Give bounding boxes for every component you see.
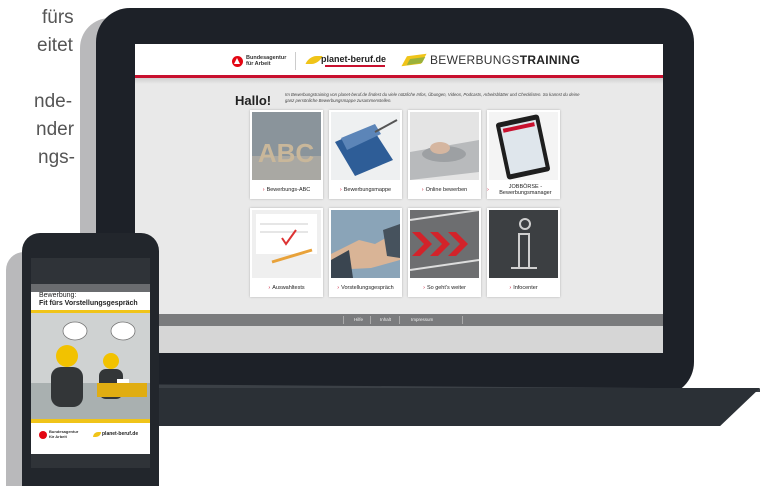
handshake-image: [331, 210, 400, 278]
header-divider: [295, 52, 296, 70]
laptop-base: [96, 388, 760, 426]
tile-label-text: Infocenter: [513, 284, 538, 291]
tile-jobboerse[interactable]: › JOBBÖRSE - Bewerbungsmanager: [487, 110, 560, 199]
site-header: Bundesagentur für Arbeit planet-beruf.de…: [135, 44, 663, 76]
tile-online-bewerben[interactable]: › Online bewerben: [408, 110, 481, 199]
brand-title-light: BEWERBUNGS: [430, 53, 520, 67]
arrow-icon: ›: [423, 284, 425, 291]
tile-label: › Vorstellungsgespräch: [329, 279, 402, 297]
svg-text:ABC: ABC: [258, 138, 315, 168]
tile-label: › So geht's weiter: [408, 279, 481, 297]
tile-label-text: Auswahltests: [272, 284, 305, 291]
header-shadow: [135, 78, 663, 84]
phone-agency-logo-icon: [39, 431, 47, 439]
footer-divider: [399, 316, 400, 324]
tile-auswahltests[interactable]: › Auswahltests: [250, 208, 323, 297]
partner-logo-icon[interactable]: [305, 56, 323, 64]
phone-title-line1: Bewerbung:: [39, 292, 77, 299]
background-copy-line: nder: [36, 119, 75, 140]
phone-agency-logo-text: Bundesagentur für Arbeit: [49, 429, 79, 439]
tile-label: › Bewerbungsmappe: [329, 181, 402, 199]
tile-label-text: JOBBÖRSE - Bewerbungsmanager: [499, 183, 552, 197]
footer-link-hilfe[interactable]: Hilfe: [354, 317, 363, 322]
brand-title[interactable]: BEWERBUNGSTRAINING: [430, 53, 580, 67]
tablet-image: [489, 112, 558, 180]
arrow-icon: ›: [268, 284, 271, 291]
abc-letters-image: ABC: [252, 112, 321, 180]
phone-partner-logo-icon: [93, 432, 101, 437]
info-chalk-image: [489, 210, 558, 278]
interview-illustration: [31, 313, 150, 419]
greeting-heading: Hallo!: [235, 93, 272, 108]
arrow-icon: ›: [262, 186, 265, 193]
test-sheet-image: [252, 210, 321, 278]
folder-image: [331, 112, 400, 180]
tile-label: › Bewerbungs-ABC: [250, 181, 323, 199]
arrow-icon: ›: [337, 284, 340, 291]
tile-infocenter[interactable]: › Infocenter: [487, 208, 560, 297]
footer-link-impressum[interactable]: Impressum: [411, 317, 433, 322]
tile-label: › JOBBÖRSE - Bewerbungsmanager: [487, 181, 560, 199]
background-copy-line: ngs-: [38, 147, 75, 168]
tile-bewerbungsmappe[interactable]: › Bewerbungsmappe: [329, 110, 402, 199]
tile-label-text: Vorstellungsgespräch: [341, 284, 394, 291]
phone-bottom-bar: [31, 454, 150, 468]
tile-vorstellungsgespraech[interactable]: › Vorstellungsgespräch: [329, 208, 402, 297]
phone-header-bar: [31, 258, 150, 284]
arrow-icon: ›: [339, 186, 342, 193]
brand-title-bold: TRAINING: [519, 53, 581, 67]
phone-subheader-bar: [31, 284, 150, 292]
tile-label-text: Online bewerben: [425, 186, 468, 193]
partner-logo-text[interactable]: planet-beruf.de: [321, 54, 386, 64]
tile-bewerbungs-abc[interactable]: ABC › Bewerbungs-ABC: [250, 110, 323, 199]
phone-screen: Bewerbung: Fit fürs Vorstellungsgespräch…: [31, 258, 150, 468]
arrows-image: [410, 210, 479, 278]
laptop-screen: Bundesagentur für Arbeit planet-beruf.de…: [135, 44, 663, 353]
phone-title-line2: Fit fürs Vorstellungsgespräch: [39, 300, 138, 307]
background-copy-line: nde-: [34, 91, 73, 112]
footer-link-inhalt[interactable]: Inhalt: [380, 317, 391, 322]
arrow-icon: ›: [487, 186, 489, 193]
tile-label: › Online bewerben: [408, 181, 481, 199]
arrow-icon: ›: [509, 284, 512, 291]
tile-label: › Auswahltests: [250, 279, 323, 297]
tile-label-text: So geht's weiter: [426, 284, 466, 291]
tile-label: › Infocenter: [487, 279, 560, 297]
tile-label-text: Bewerbungs-ABC: [266, 186, 311, 193]
page-below-footer: [135, 326, 663, 353]
footer-divider: [343, 316, 344, 324]
agency-logo-text[interactable]: Bundesagentur für Arbeit: [246, 55, 286, 67]
arrow-icon: ›: [421, 186, 424, 193]
background-copy-line: eitet: [37, 35, 73, 56]
tile-label-text: Bewerbungsmappe: [343, 186, 392, 193]
tile-so-gehts-weiter[interactable]: › So geht's weiter: [408, 208, 481, 297]
footer-divider: [370, 316, 371, 324]
phone-partner-logo-text: planet-beruf.de: [102, 431, 139, 437]
partner-logo-underline: [325, 65, 385, 67]
background-copy-line: fürs: [42, 7, 74, 28]
brand-logo-accent-icon: [406, 57, 426, 65]
intro-text: Im Bewerbungstraining von planet-beruf.d…: [285, 92, 580, 103]
footer-divider: [462, 316, 463, 324]
agency-logo-icon[interactable]: [232, 56, 243, 67]
keyboard-hand-image: [410, 112, 479, 180]
